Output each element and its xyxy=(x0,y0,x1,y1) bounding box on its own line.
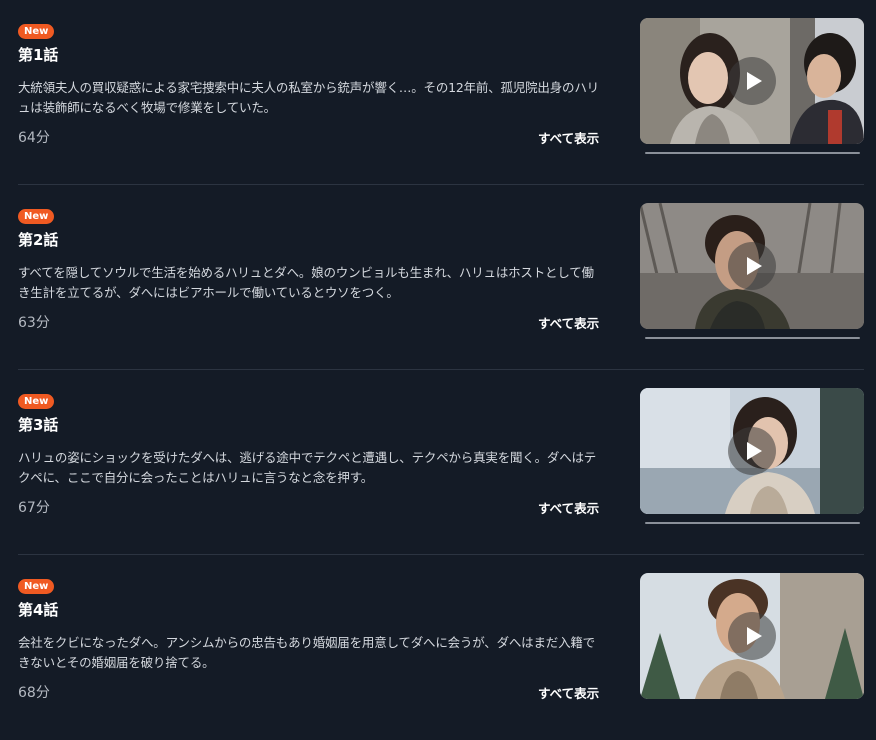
episode-thumbnail[interactable] xyxy=(640,203,864,329)
show-all-button[interactable]: すべて表示 xyxy=(538,128,599,147)
episode-duration: 63分 xyxy=(18,315,50,331)
new-badge: New xyxy=(18,209,55,224)
episode-duration: 64分 xyxy=(18,130,50,146)
episode-synopsis: ハリュの姿にショックを受けたダへは、逃げる途中でテクペと遭遇し、テクペから真実を… xyxy=(18,450,597,485)
episode-item: New 第3話 ハリュの姿にショックを受けたダへは、逃げる途中でテクペと遭遇し、… xyxy=(0,370,876,555)
new-badge: New xyxy=(18,579,55,594)
episode-thumbnail[interactable] xyxy=(640,388,864,514)
watch-progress-bar xyxy=(645,152,860,154)
episode-item: New 第1話 大統領夫人の買収疑惑による家宅捜索中に夫人の私室から銃声が響く…… xyxy=(0,0,876,185)
episode-item: New 第4話 会社をクビになったダへ。アンシムからの忠告もあり婚姻届を用意して… xyxy=(0,555,876,740)
play-button[interactable] xyxy=(728,612,776,660)
episode-item: New 第2話 すべてを隠してソウルで生活を始めるハリュとダへ。娘のウンビョルも… xyxy=(0,185,876,370)
new-badge: New xyxy=(18,24,55,39)
play-icon xyxy=(747,442,762,460)
new-badge: New xyxy=(18,394,55,409)
episode-duration: 68分 xyxy=(18,685,50,701)
watch-progress-bar xyxy=(645,522,860,524)
play-icon xyxy=(747,627,762,645)
episode-duration: 67分 xyxy=(18,500,50,516)
play-icon xyxy=(747,257,762,275)
play-button[interactable] xyxy=(728,242,776,290)
episode-synopsis: 大統領夫人の買収疑惑による家宅捜索中に夫人の私室から銃声が響く…。その12年前、… xyxy=(18,80,599,115)
episode-title[interactable]: 第3話 xyxy=(18,414,58,435)
show-all-button[interactable]: すべて表示 xyxy=(538,313,599,332)
episode-list: New 第1話 大統領夫人の買収疑惑による家宅捜索中に夫人の私室から銃声が響く…… xyxy=(0,0,876,740)
episode-title[interactable]: 第4話 xyxy=(18,599,58,620)
play-icon xyxy=(747,72,762,90)
episode-thumbnail[interactable] xyxy=(640,573,864,699)
show-all-button[interactable]: すべて表示 xyxy=(538,683,599,702)
watch-progress-bar xyxy=(645,337,860,339)
play-button[interactable] xyxy=(728,57,776,105)
episode-thumbnail[interactable] xyxy=(640,18,864,144)
episode-title[interactable]: 第2話 xyxy=(18,229,58,250)
episode-synopsis: すべてを隠してソウルで生活を始めるハリュとダへ。娘のウンビョルも生まれ、ハリュは… xyxy=(18,265,594,300)
episode-synopsis: 会社をクビになったダへ。アンシムからの忠告もあり婚姻届を用意してダへに会うが、ダ… xyxy=(18,635,595,670)
episode-title[interactable]: 第1話 xyxy=(18,44,58,65)
play-button[interactable] xyxy=(728,427,776,475)
show-all-button[interactable]: すべて表示 xyxy=(538,498,599,517)
